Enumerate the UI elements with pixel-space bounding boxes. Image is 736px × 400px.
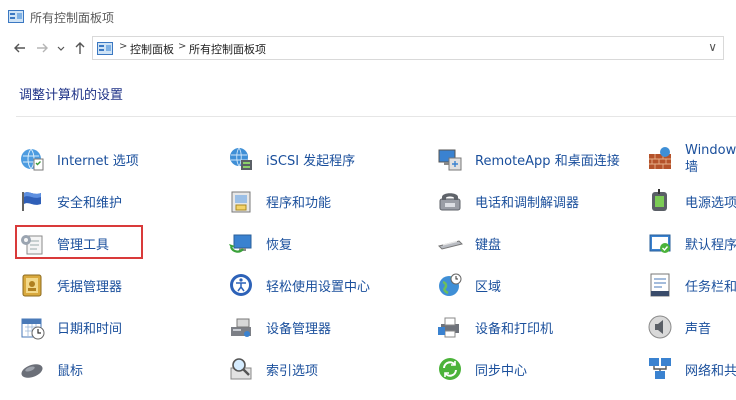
item-label: 同步中心 xyxy=(475,363,528,379)
breadcrumb-control-panel[interactable]: 控制面板 xyxy=(130,41,174,57)
item-programs-features[interactable]: 程序和功能 xyxy=(228,184,331,218)
iscsi-icon xyxy=(230,147,252,170)
item-phone-modem[interactable]: 电话和调制解调器 xyxy=(437,184,579,218)
title-bar: 所有控制面板项 xyxy=(0,0,736,32)
item-label: 网络和共 xyxy=(685,363,736,379)
item-internet-options[interactable]: Internet 选项 xyxy=(19,142,139,176)
control-panel-window: 所有控制面板项 > 控制面板 > 所有控制面板项 ∨ 调整计算机的设置 Inte… xyxy=(0,0,736,400)
network-icon xyxy=(649,358,671,379)
device-manager-icon xyxy=(231,318,251,337)
item-security-maintenance[interactable]: 安全和维护 xyxy=(19,184,122,218)
item-label: 电话和调制解调器 xyxy=(475,195,580,211)
phone-modem-icon xyxy=(439,193,461,211)
default-programs-icon xyxy=(649,234,671,253)
item-label: 区域 xyxy=(475,279,502,295)
page-heading: 调整计算机的设置 xyxy=(19,88,124,103)
item-sound[interactable]: 声音 xyxy=(647,310,711,344)
item-power-options[interactable]: 电源选项 xyxy=(647,184,736,218)
breadcrumb-separator[interactable]: > xyxy=(178,41,186,52)
taskbar-icon xyxy=(650,273,670,297)
item-label: iSCSI 发起程序 xyxy=(266,153,356,169)
sound-icon xyxy=(648,315,672,339)
item-label: 程序和功能 xyxy=(266,195,332,211)
item-label: 恢复 xyxy=(266,237,293,253)
flag-icon xyxy=(22,192,41,211)
address-dropdown-chevron-down-icon[interactable]: ∨ xyxy=(708,40,717,54)
item-credential-manager[interactable]: 凭据管理器 xyxy=(19,268,122,302)
item-label: 轻松使用设置中心 xyxy=(266,279,371,295)
address-bar[interactable]: > 控制面板 > 所有控制面板项 ∨ xyxy=(92,36,724,60)
firewall-icon xyxy=(649,147,671,169)
navigation-bar: > 控制面板 > 所有控制面板项 ∨ xyxy=(0,32,736,64)
item-label: 索引选项 xyxy=(266,363,319,379)
programs-icon xyxy=(231,191,251,213)
item-default-programs[interactable]: 默认程序 xyxy=(647,226,736,260)
recent-locations-chevron-down-icon[interactable] xyxy=(54,38,68,58)
back-arrow-icon[interactable] xyxy=(10,38,30,58)
item-region[interactable]: 区域 xyxy=(437,268,501,302)
internet-options-icon xyxy=(21,148,44,171)
highlight-box xyxy=(15,225,143,259)
item-label: Internet 选项 xyxy=(57,153,139,169)
item-windows-firewall[interactable]: Windows 墙 xyxy=(647,142,736,176)
printer-icon xyxy=(438,317,459,338)
credential-icon xyxy=(22,274,42,297)
mouse-icon xyxy=(21,364,43,378)
item-label: 任务栏和 xyxy=(685,279,736,295)
item-keyboard[interactable]: 键盘 xyxy=(437,226,501,260)
calendar-icon xyxy=(21,318,45,340)
item-devices-printers[interactable]: 设备和打印机 xyxy=(437,310,553,344)
item-label: 默认程序 xyxy=(685,237,736,253)
window-title: 所有控制面板项 xyxy=(30,11,115,25)
forward-arrow-icon[interactable] xyxy=(32,38,52,58)
indexing-icon xyxy=(230,358,252,380)
item-label: Windows 墙 xyxy=(685,143,736,175)
item-label: 声音 xyxy=(685,321,712,337)
sync-icon xyxy=(439,358,461,380)
keyboard-icon xyxy=(438,240,463,250)
item-iscsi[interactable]: iSCSI 发起程序 xyxy=(228,142,355,176)
item-ease-of-access[interactable]: 轻松使用设置中心 xyxy=(228,268,370,302)
region-icon xyxy=(439,273,462,296)
item-date-time[interactable]: 日期和时间 xyxy=(19,310,122,344)
recovery-icon xyxy=(229,234,252,253)
item-label: 凭据管理器 xyxy=(57,279,123,295)
item-label: 设备和打印机 xyxy=(475,321,554,337)
breadcrumb-all-items[interactable]: 所有控制面板项 xyxy=(189,41,266,57)
item-label: 电源选项 xyxy=(685,195,736,211)
control-panel-icon xyxy=(8,10,24,23)
item-label: 安全和维护 xyxy=(57,195,123,211)
breadcrumb-separator[interactable]: > xyxy=(119,41,127,52)
item-taskbar[interactable]: 任务栏和 xyxy=(647,268,736,302)
item-recovery[interactable]: 恢复 xyxy=(228,226,292,260)
item-sync-center[interactable]: 同步中心 xyxy=(437,352,527,386)
divider xyxy=(16,116,736,117)
item-label: 鼠标 xyxy=(57,363,84,379)
ease-of-access-icon xyxy=(230,274,252,296)
item-mouse[interactable]: 鼠标 xyxy=(19,352,83,386)
item-label: RemoteApp 和桌面连接 xyxy=(475,153,620,169)
power-icon xyxy=(652,189,667,211)
up-arrow-icon[interactable] xyxy=(70,38,90,58)
item-label: 设备管理器 xyxy=(266,321,332,337)
item-device-manager[interactable]: 设备管理器 xyxy=(228,310,331,344)
item-label: 键盘 xyxy=(475,237,502,253)
item-indexing-options[interactable]: 索引选项 xyxy=(228,352,318,386)
item-remoteapp[interactable]: RemoteApp 和桌面连接 xyxy=(437,142,620,176)
control-panel-icon xyxy=(97,42,113,55)
item-label: 日期和时间 xyxy=(57,321,123,337)
remoteapp-icon xyxy=(438,149,462,171)
item-network-sharing[interactable]: 网络和共 xyxy=(647,352,736,386)
